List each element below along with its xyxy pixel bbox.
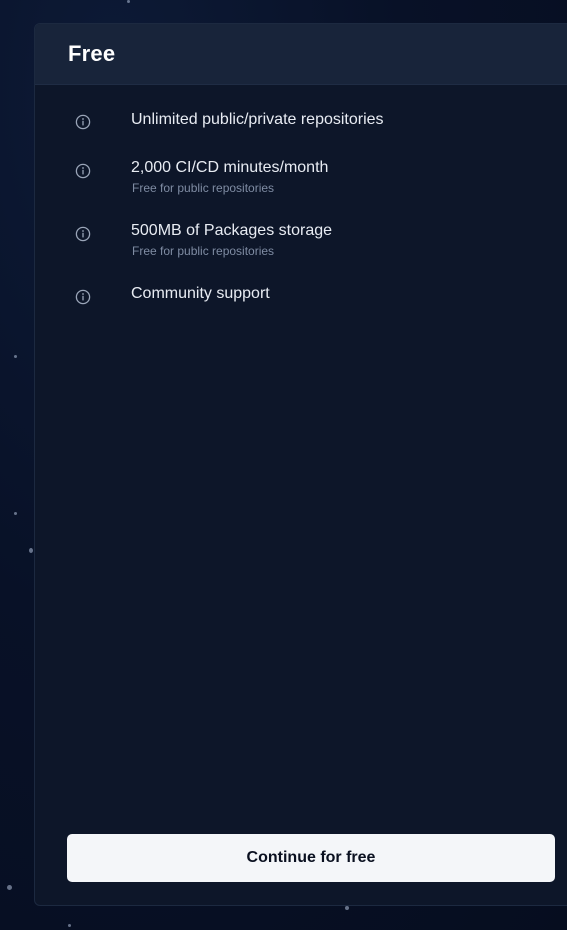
feature-sublabel: Free for public repositories [132,181,275,195]
plan-card: Free Unlimited public/private repositori… [34,23,567,906]
background-star [14,512,17,515]
feature-item: 500MB of Packages storage Free for publi… [35,218,567,258]
info-icon[interactable] [75,114,91,130]
plan-title: Free [68,41,116,66]
feature-label: 2,000 CI/CD minutes/month [131,159,329,176]
background-star [29,548,33,553]
feature-label: Unlimited public/private repositories [131,111,384,128]
info-icon[interactable] [75,226,91,242]
info-icon[interactable] [75,163,91,179]
background-star [7,885,12,890]
continue-for-free-button[interactable]: Continue for free [67,834,555,882]
feature-item: Community support [35,281,567,321]
feature-label: 500MB of Packages storage [131,222,333,239]
background-star [68,924,71,927]
feature-label: Community support [131,285,270,302]
feature-sublabel: Free for public repositories [132,244,275,258]
feature-item: Unlimited public/private repositories [35,107,567,147]
feature-item: 2,000 CI/CD minutes/month Free for publi… [35,155,567,195]
info-icon[interactable] [75,289,91,305]
background-star [127,0,130,3]
background-star [345,906,349,910]
background-star [14,355,17,358]
plan-card-header: Free [35,24,567,85]
